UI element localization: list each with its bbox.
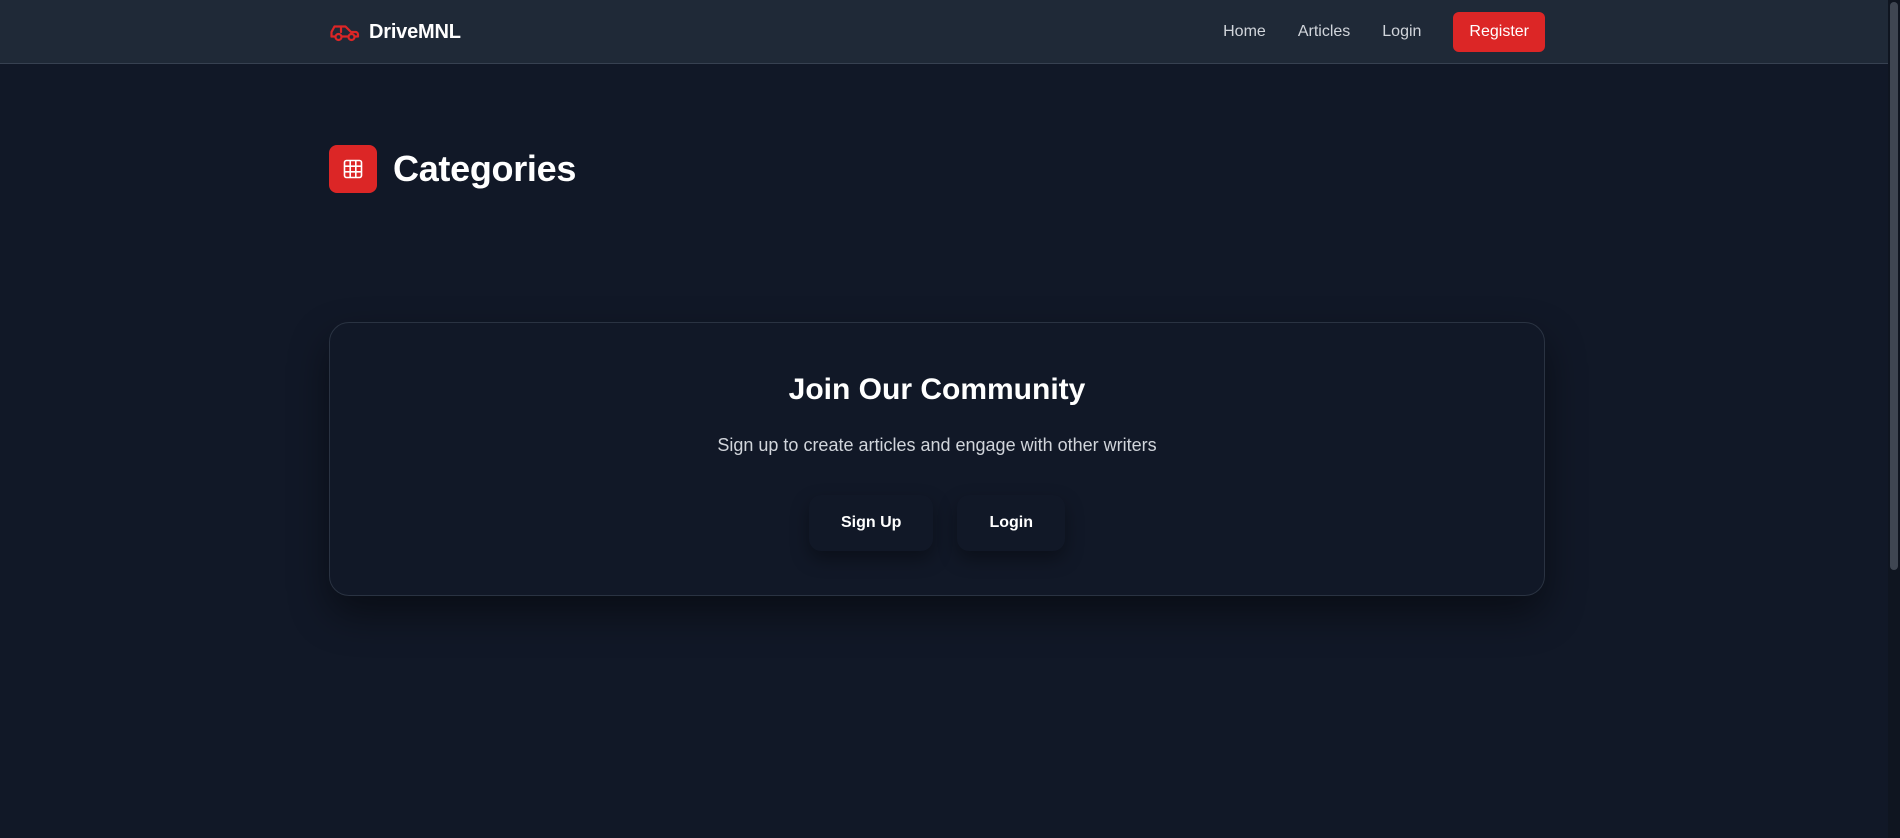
community-actions: Sign Up Login [330,495,1544,551]
navbar-container: DriveMNL Home Articles Login Register [329,0,1545,64]
login-button[interactable]: Login [957,495,1065,551]
grid-icon [343,159,363,179]
brand-logo-link[interactable]: DriveMNL [329,20,461,44]
join-community-card: Join Our Community Sign up to create art… [329,322,1545,596]
nav-link-articles[interactable]: Articles [1298,23,1350,41]
page-header: Categories [329,145,576,193]
register-button[interactable]: Register [1453,12,1545,52]
community-title: Join Our Community [788,373,1086,406]
nav-links: Home Articles Login Register [1191,12,1545,52]
nav-link-home[interactable]: Home [1223,23,1266,41]
page-title: Categories [393,148,577,189]
page-scrollbar[interactable] [1888,0,1900,838]
top-navbar: DriveMNL Home Articles Login Register [0,0,1888,64]
scrollbar-thumb[interactable] [1890,2,1898,570]
brand-name: DriveMNL [369,20,461,43]
car-icon [330,25,360,42]
sign-up-button[interactable]: Sign Up [809,495,934,551]
nav-link-login[interactable]: Login [1382,23,1421,41]
community-subtitle: Sign up to create articles and engage wi… [717,435,1157,455]
categories-icon-box [329,145,377,193]
